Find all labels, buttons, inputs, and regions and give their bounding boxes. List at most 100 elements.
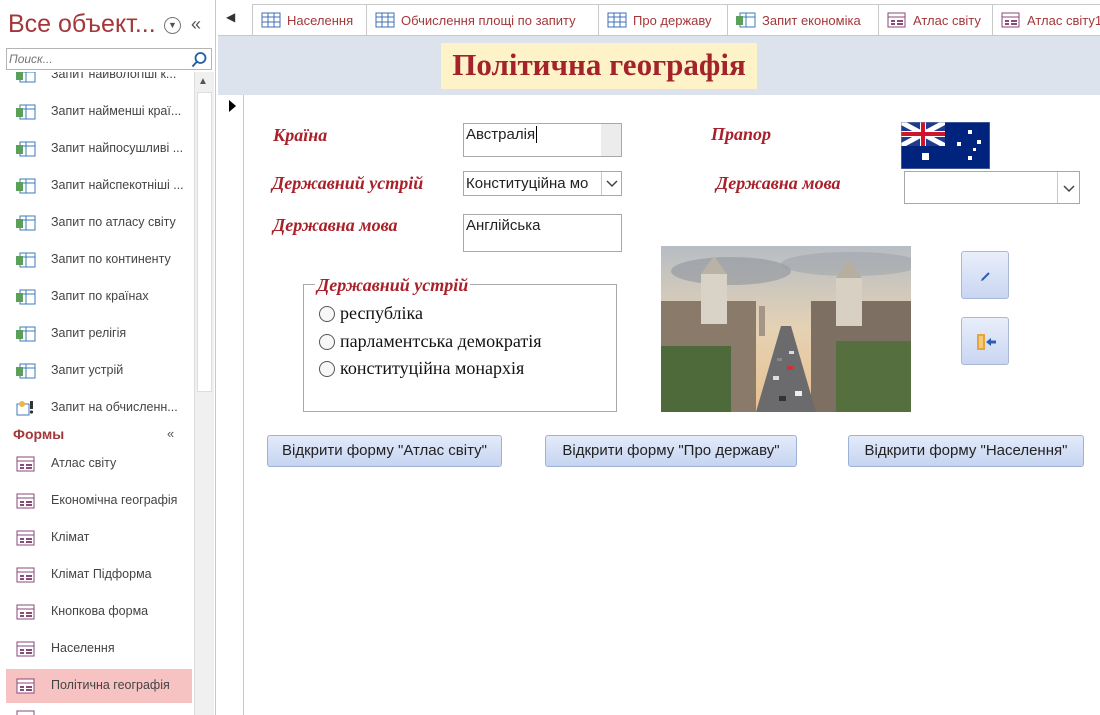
forms-section-header[interactable]: Формы xyxy=(13,426,64,442)
tab-zapyt-ekonomika[interactable]: Запит економіка xyxy=(727,4,880,35)
query-icon xyxy=(16,252,36,268)
tab-label: Про державу xyxy=(633,13,712,28)
tab-scroll-left-icon[interactable]: ◀ xyxy=(226,10,235,24)
query-icon xyxy=(16,141,36,157)
table-icon xyxy=(261,12,281,28)
document-tabs: ◀ Населення Обчислення площі по запиту П… xyxy=(218,0,1100,36)
country-field[interactable]: Австралія xyxy=(463,123,622,157)
search-input[interactable] xyxy=(9,51,187,67)
query-icon xyxy=(16,72,36,83)
list-item[interactable]: Населення xyxy=(6,632,192,666)
search-icon[interactable] xyxy=(190,51,208,69)
table-icon xyxy=(375,12,395,28)
form-icon xyxy=(16,530,35,546)
nav-item-label: Населення xyxy=(51,641,115,655)
radio-button[interactable] xyxy=(319,361,335,377)
list-item[interactable]: Запит найпосушливі ... xyxy=(6,132,192,166)
gov-system-value: Конституційна мо xyxy=(466,175,589,192)
tab-label: Обчислення площі по запиту xyxy=(401,13,576,28)
query-icon xyxy=(16,363,36,379)
open-atlas-form-button[interactable]: Відкрити форму "Атлас світу" xyxy=(267,435,502,467)
chevron-up-icon[interactable]: « xyxy=(167,426,174,441)
tab-atlas-svitu1[interactable]: Атлас світу1 xyxy=(992,4,1100,35)
country-label: Країна xyxy=(273,125,328,145)
nav-item-label: Запит релігія xyxy=(51,326,127,340)
list-item[interactable]: Клімат Підформа xyxy=(6,558,192,592)
nav-item-label: Кнопкова форма xyxy=(51,604,149,618)
query-icon xyxy=(16,326,36,342)
list-item[interactable]: Запит по країнах xyxy=(6,280,192,314)
form-header: Політична географія xyxy=(218,36,1100,95)
query-icon xyxy=(16,178,36,194)
tab-atlas-svitu[interactable]: Атлас світу xyxy=(878,4,994,35)
gov-system-combo[interactable]: Конституційна мо xyxy=(463,171,622,196)
form-icon xyxy=(1001,12,1020,28)
combo-dropdown-button[interactable] xyxy=(601,172,621,195)
exit-door-icon xyxy=(977,334,996,350)
radio-button[interactable] xyxy=(319,334,335,350)
nav-item-label: Запит найпосушливі ... xyxy=(51,141,184,155)
form-icon xyxy=(887,12,906,28)
chevron-down-icon xyxy=(606,180,618,188)
radio-label: республіка xyxy=(340,303,423,323)
tab-naselennia[interactable]: Населення xyxy=(252,4,368,35)
table-icon xyxy=(607,12,627,28)
search-box xyxy=(6,48,212,70)
combo-dropdown-button[interactable] xyxy=(1057,172,1079,203)
current-record-arrow-icon xyxy=(229,100,236,112)
language-combo[interactable] xyxy=(904,171,1080,204)
radio-button[interactable] xyxy=(319,306,335,322)
nav-item-label: Запит на обчисленн... xyxy=(51,400,178,414)
close-form-button[interactable] xyxy=(961,317,1009,365)
flag-image xyxy=(901,122,990,169)
list-item[interactable]: Запит найменші краї... xyxy=(6,95,192,129)
nav-scrollbar[interactable]: ▲ xyxy=(194,72,214,715)
nav-item-label: Запит устрій xyxy=(51,363,124,377)
record-selector[interactable] xyxy=(218,95,244,715)
chevron-down-icon[interactable]: ▼ xyxy=(164,17,181,34)
list-item[interactable]: Запит устрій xyxy=(6,354,192,388)
language-label: Державна мова xyxy=(273,215,398,235)
australia-flag-image xyxy=(901,122,990,169)
nav-item-label: Політична географія xyxy=(51,678,170,692)
list-item[interactable]: Запит по континенту xyxy=(6,243,192,277)
tab-label: Запит економіка xyxy=(762,13,861,28)
list-item[interactable]: Запит по атласу світу xyxy=(6,206,192,240)
scroll-up-icon[interactable]: ▲ xyxy=(198,76,208,87)
language-field[interactable]: Англійська xyxy=(463,214,622,252)
list-item[interactable]: Клімат xyxy=(6,521,192,555)
open-state-form-button[interactable]: Відкрити форму "Про державу" xyxy=(545,435,797,467)
calculated-query-icon xyxy=(16,401,34,416)
nav-item-label: Економічна географія xyxy=(51,493,178,507)
form-icon xyxy=(16,456,35,472)
form-icon xyxy=(16,678,35,694)
scroll-thumb[interactable] xyxy=(197,92,212,392)
list-item[interactable]: Запит на обчисленн... xyxy=(6,391,192,425)
nav-item-label: Клімат xyxy=(51,530,90,544)
tab-label: Атлас світу1 xyxy=(1027,13,1100,28)
list-item[interactable]: Запит найвологіші к... xyxy=(6,72,192,92)
list-item[interactable]: Запит найспекотніші ... xyxy=(6,169,192,203)
query-icon xyxy=(16,289,36,305)
navigation-pane: Все объект... ▼ « Запит найвологіші к...… xyxy=(0,0,216,715)
list-item-selected[interactable]: Політична географія xyxy=(6,669,192,703)
gov-system-label: Державний устрій xyxy=(272,173,424,193)
radio-label: парламентська демократія xyxy=(340,331,542,351)
tab-pro-derzhavu[interactable]: Про державу xyxy=(598,4,729,35)
form-title: Політична географія xyxy=(441,43,757,89)
tab-label: Населення xyxy=(287,13,354,28)
collapse-pane-icon[interactable]: « xyxy=(191,14,201,35)
field-scroll-area xyxy=(601,124,621,156)
country-value: Австралія xyxy=(466,126,536,143)
tab-obchyslennia[interactable]: Обчислення площі по запиту xyxy=(366,4,600,35)
list-item[interactable]: Економічна географія xyxy=(6,484,192,518)
nav-pane-title[interactable]: Все объект... xyxy=(8,10,156,39)
open-population-form-button[interactable]: Відкрити форму "Населення" xyxy=(848,435,1084,467)
list-item[interactable]: Запит релігія xyxy=(6,317,192,351)
list-item[interactable]: Атлас світу xyxy=(6,447,192,481)
edit-button[interactable] xyxy=(961,251,1009,299)
list-item[interactable]: Кнопкова форма xyxy=(6,595,192,629)
option-group-label: Державний устрій xyxy=(315,275,471,296)
pencil-icon xyxy=(981,272,990,281)
nav-item-label: Запит по країнах xyxy=(51,289,149,303)
